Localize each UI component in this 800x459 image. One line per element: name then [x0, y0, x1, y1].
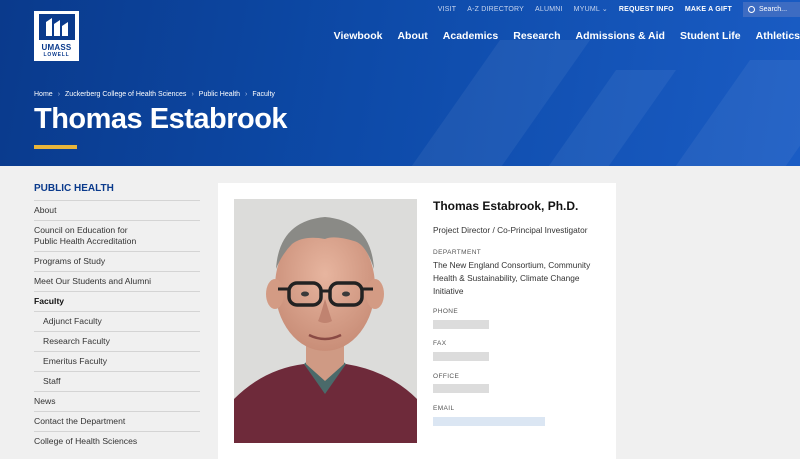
- logo-text-lowell: LOWELL: [43, 52, 70, 58]
- breadcrumb-separator: ›: [191, 91, 194, 98]
- sidebar-item-news[interactable]: News: [34, 391, 200, 411]
- sidebar-item-about[interactable]: About: [34, 200, 200, 220]
- nav-research[interactable]: Research: [513, 30, 560, 42]
- profile-photo: [234, 199, 417, 443]
- breadcrumb-public-health[interactable]: Public Health: [199, 91, 240, 98]
- breadcrumb: Home › Zuckerberg College of Health Scie…: [34, 91, 275, 98]
- sidebar-item-adjunct-faculty[interactable]: Adjunct Faculty: [34, 311, 200, 331]
- search-icon: [748, 5, 755, 13]
- profile-role: Project Director / Co-Principal Investig…: [433, 225, 588, 235]
- util-link-myuml[interactable]: MYUML ⌄: [574, 5, 608, 13]
- logo-text-umass: UMASS: [41, 43, 72, 52]
- sidebar-item-faculty[interactable]: Faculty: [34, 291, 200, 311]
- search-placeholder: Search...: [759, 5, 788, 13]
- sidebar-item-contact[interactable]: Contact the Department: [34, 411, 200, 431]
- site-header: UMASS LOWELL VISIT A-Z DIRECTORY ALUMNI …: [0, 0, 800, 166]
- fax-label: FAX: [433, 340, 447, 347]
- main-nav: Viewbook About Academics Research Admiss…: [319, 30, 800, 42]
- nav-academics[interactable]: Academics: [443, 30, 498, 42]
- util-link-visit[interactable]: VISIT: [438, 6, 457, 13]
- nav-athletics[interactable]: Athletics: [756, 30, 800, 42]
- sidebar-item-accreditation[interactable]: Council on Education for Public Health A…: [34, 220, 200, 251]
- sidebar-item-research-faculty[interactable]: Research Faculty: [34, 331, 200, 351]
- nav-admissions-aid[interactable]: Admissions & Aid: [576, 30, 665, 42]
- breadcrumb-separator: ›: [245, 91, 248, 98]
- department-label: DEPARTMENT: [433, 249, 482, 256]
- util-link-request-info[interactable]: REQUEST INFO: [619, 6, 674, 13]
- sidebar-nav: About Council on Education for Public He…: [34, 200, 200, 451]
- breadcrumb-college[interactable]: Zuckerberg College of Health Sciences: [65, 91, 186, 98]
- header-decoration: [359, 40, 591, 166]
- util-link-alumni[interactable]: ALUMNI: [535, 6, 563, 13]
- office-value-redacted: [433, 384, 489, 393]
- sidebar-item-staff[interactable]: Staff: [34, 371, 200, 391]
- sidebar-heading[interactable]: PUBLIC HEALTH: [34, 183, 114, 194]
- phone-label: PHONE: [433, 308, 459, 315]
- breadcrumb-separator: ›: [57, 91, 61, 98]
- email-link-redacted[interactable]: [433, 417, 545, 426]
- sidebar-item-programs[interactable]: Programs of Study: [34, 251, 200, 271]
- breadcrumb-faculty[interactable]: Faculty: [252, 91, 275, 98]
- profile-name: Thomas Estabrook, Ph.D.: [433, 199, 579, 213]
- umass-lowell-logo[interactable]: UMASS LOWELL: [34, 11, 79, 61]
- nav-about[interactable]: About: [397, 30, 427, 42]
- util-link-make-a-gift[interactable]: MAKE A GIFT: [685, 6, 732, 13]
- breadcrumb-home[interactable]: Home: [34, 91, 53, 98]
- nav-viewbook[interactable]: Viewbook: [334, 30, 383, 42]
- fax-value-redacted: [433, 352, 489, 361]
- sidebar-item-emeritus-faculty[interactable]: Emeritus Faculty: [34, 351, 200, 371]
- sidebar-item-college[interactable]: College of Health Sciences: [34, 431, 200, 451]
- page-title: Thomas Estabrook: [34, 103, 288, 135]
- search-box[interactable]: Search...: [743, 1, 800, 17]
- util-link-directory[interactable]: A-Z DIRECTORY: [467, 6, 524, 13]
- utility-nav: VISIT A-Z DIRECTORY ALUMNI MYUML ⌄ REQUE…: [438, 1, 800, 17]
- email-label: EMAIL: [433, 405, 455, 412]
- sidebar-item-students-alumni[interactable]: Meet Our Students and Alumni: [34, 271, 200, 291]
- logo-mark-icon: [38, 14, 75, 40]
- office-label: OFFICE: [433, 373, 460, 380]
- sidebar-item-label: Council on Education for Public Health A…: [34, 225, 137, 246]
- title-accent-bar: [34, 145, 77, 149]
- department-value: The New England Consortium, Community He…: [433, 260, 591, 296]
- nav-student-life[interactable]: Student Life: [680, 30, 741, 42]
- phone-value-redacted: [433, 320, 489, 329]
